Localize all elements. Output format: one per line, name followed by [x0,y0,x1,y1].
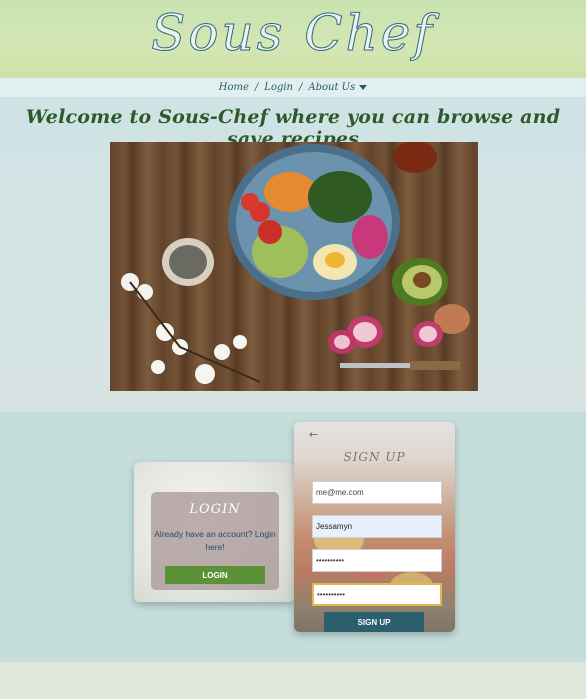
nav-bar: Home / Login / About Us [0,78,586,97]
email-field[interactable] [312,481,442,504]
signup-title: SIGN UP [343,450,406,464]
nav-link-about: About Us [308,82,356,93]
confirm-password-field[interactable] [312,583,442,606]
food-illustration [110,142,478,391]
name-field[interactable] [312,515,442,538]
login-prompt: Already have an account? Login here! [154,529,276,552]
nav-link-home[interactable]: Home [219,82,249,93]
site-logo: Sous Chef [151,4,435,63]
nav-separator: / [254,82,259,93]
back-arrow-icon[interactable]: ← [309,428,318,441]
password-field[interactable] [312,549,442,572]
hero-food-photo [110,142,478,391]
login-button[interactable]: LOGIN [165,566,265,584]
nav-dropdown-about[interactable]: About Us [308,82,368,93]
nav-link-login[interactable]: Login [264,82,293,93]
nav-separator: / [299,82,303,93]
chevron-down-icon [359,85,368,90]
signup-button[interactable]: SIGN UP [324,612,424,632]
footer [0,662,586,699]
login-title: LOGIN [189,502,241,517]
